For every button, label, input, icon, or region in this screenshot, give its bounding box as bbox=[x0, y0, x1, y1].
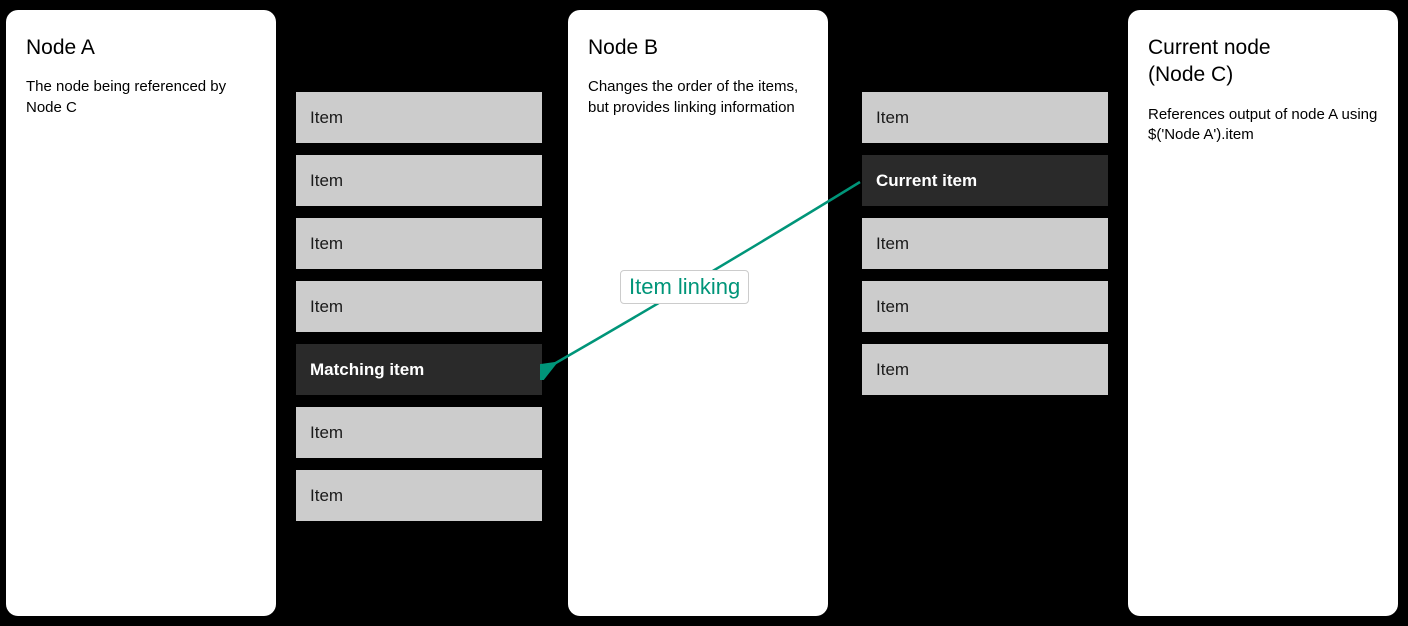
node-b-description: Changes the order of the items, but prov… bbox=[588, 77, 808, 118]
node-a-item-1: Item bbox=[296, 155, 542, 206]
node-b-item-2: Item bbox=[862, 218, 1108, 269]
node-c-description: References output of node A using $('Nod… bbox=[1148, 105, 1378, 146]
node-a-description: The node being referenced by Node C bbox=[26, 77, 256, 118]
node-b-panel: Node B Changes the order of the items, b… bbox=[568, 10, 828, 616]
node-b-item-0: Item bbox=[862, 92, 1108, 143]
item-linking-label: Item linking bbox=[620, 270, 749, 304]
node-a-item-4: Matching item bbox=[296, 344, 542, 395]
node-b-title: Node B bbox=[588, 34, 808, 61]
node-c-title: Current node (Node C) bbox=[1148, 34, 1378, 89]
node-a-panel: Node A The node being referenced by Node… bbox=[6, 10, 276, 616]
node-b-item-1: Current item bbox=[862, 155, 1108, 206]
node-b-item-3: Item bbox=[862, 281, 1108, 332]
node-a-item-0: Item bbox=[296, 92, 542, 143]
node-c-panel: Current node (Node C) References output … bbox=[1128, 10, 1398, 616]
node-a-items: Item Item Item Item Matching item Item Item bbox=[296, 92, 542, 521]
node-b-items: Item Current item Item Item Item bbox=[862, 92, 1108, 395]
node-a-title: Node A bbox=[26, 34, 256, 61]
node-a-item-2: Item bbox=[296, 218, 542, 269]
node-a-item-5: Item bbox=[296, 407, 542, 458]
node-b-item-4: Item bbox=[862, 344, 1108, 395]
node-a-item-3: Item bbox=[296, 281, 542, 332]
node-a-item-6: Item bbox=[296, 470, 542, 521]
